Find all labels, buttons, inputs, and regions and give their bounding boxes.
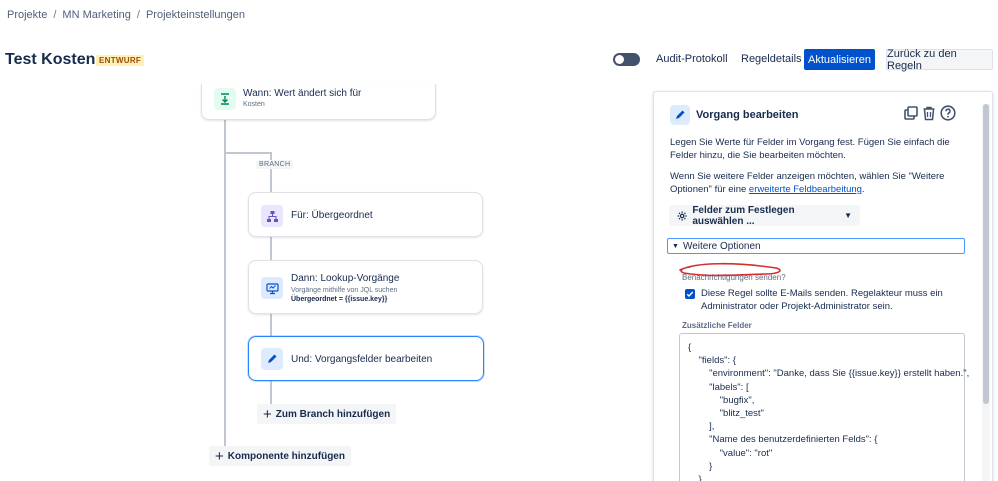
copy-icon[interactable]	[904, 106, 918, 125]
breadcrumb-separator: /	[136, 9, 140, 21]
component-config-panel: Vorgang bearbeiten Legen Sie Werte für F…	[653, 91, 993, 481]
add-component-button[interactable]: + Komponente hinzufügen	[209, 446, 351, 466]
breadcrumb: Projekte / MN Marketing / Projekteinstel…	[7, 9, 245, 21]
toggle-knob	[615, 55, 624, 64]
pencil-icon	[670, 105, 690, 125]
audit-log-button[interactable]: Audit-Protokoll	[656, 53, 728, 65]
lookup-title: Dann: Lookup-Vorgänge	[291, 273, 400, 284]
panel-description: Legen Sie Werte für Felder im Vorgang fe…	[670, 137, 950, 161]
panel-title: Vorgang bearbeiten	[696, 109, 799, 121]
lookup-issues-card[interactable]: Dann: Lookup-Vorgänge Vorgänge mithilfe …	[248, 260, 483, 314]
automation-rule-editor: Projekte / MN Marketing / Projekteinstel…	[0, 0, 998, 481]
check-icon	[686, 291, 694, 298]
main-flow-line	[224, 118, 226, 456]
edit-issue-fields-card[interactable]: Und: Vorgangsfelder bearbeiten	[248, 336, 484, 381]
more-options-toggle[interactable]: ▼ Weitere Optionen	[667, 238, 965, 254]
monitor-icon	[261, 277, 283, 299]
send-notifications-checkbox[interactable]	[685, 289, 695, 299]
page-title: Test Kosten	[5, 51, 96, 68]
branch-parent-title: Für: Übergeordnet	[291, 210, 373, 221]
hierarchy-icon	[261, 205, 283, 227]
trigger-card[interactable]: Wann: Wert ändert sich für Kosten	[201, 84, 436, 120]
pencil-icon	[261, 348, 283, 370]
rule-details-button[interactable]: Regeldetails	[741, 53, 802, 65]
edit-title: Und: Vorgangsfelder bearbeiten	[291, 354, 433, 365]
additional-fields-editor[interactable]: { "fields": { "environment": "Danke, das…	[679, 333, 970, 481]
lookup-jql: Übergeordnet = {{issue.key}}	[291, 296, 388, 303]
branch-connector	[224, 152, 272, 154]
lookup-subtitle: Vorgänge mithilfe von JQL suchen	[291, 287, 398, 294]
more-options-label: Weitere Optionen	[682, 240, 761, 252]
trigger-subtitle: Kosten	[243, 101, 265, 108]
breadcrumb-separator: /	[53, 9, 57, 21]
branch-label: BRANCH	[256, 160, 294, 169]
chevron-down-icon: ▼	[844, 211, 852, 220]
advanced-field-editing-link[interactable]: erweiterte Feldbearbeitung	[749, 184, 862, 195]
choose-fields-dropdown[interactable]: Felder zum Festlegen auswählen ... ▼	[669, 204, 860, 227]
chevron-down-icon: ▼	[672, 242, 679, 250]
panel-scrollbar[interactable]	[982, 104, 990, 481]
breadcrumb-project[interactable]: MN Marketing	[62, 9, 130, 21]
add-component-label: Komponente hinzufügen	[227, 450, 345, 462]
additional-fields-label: Zusätzliche Felder	[682, 321, 752, 330]
trigger-title: Wann: Wert ändert sich für	[243, 88, 362, 99]
advanced-hint-end: .	[861, 184, 865, 195]
choose-fields-label: Felder zum Festlegen auswählen ...	[692, 204, 795, 227]
additional-fields-json: { "fields": { "environment": "Danke, das…	[688, 342, 970, 481]
rule-enabled-toggle[interactable]	[613, 53, 640, 66]
trash-icon[interactable]	[922, 106, 936, 126]
add-to-branch-label: Zum Branch hinzufügen	[275, 408, 391, 420]
help-icon[interactable]	[940, 105, 956, 126]
status-badge: ENTWURF	[96, 55, 145, 66]
back-to-rules-button[interactable]: Zurück zu den Regeln	[886, 48, 993, 72]
update-button[interactable]: Aktualisieren	[804, 49, 875, 70]
send-notifications-text: Diese Regel sollte E-Mails senden. Regel…	[701, 288, 943, 312]
branch-parent-card[interactable]: Für: Übergeordnet	[248, 192, 483, 237]
red-annotation-scribble	[679, 262, 781, 277]
panel-toolbar	[904, 105, 956, 126]
gear-icon	[677, 211, 687, 220]
trigger-icon	[214, 88, 236, 110]
plus-icon: +	[263, 405, 272, 423]
add-to-branch-button[interactable]: + Zum Branch hinzufügen	[257, 404, 397, 424]
scrollbar-thumb[interactable]	[983, 104, 989, 404]
breadcrumb-settings[interactable]: Projekteinstellungen	[146, 9, 245, 21]
breadcrumb-projects[interactable]: Projekte	[7, 9, 47, 21]
plus-icon: +	[215, 447, 224, 465]
panel-advanced-hint: Wenn Sie weitere Felder anzeigen möchten…	[670, 170, 970, 196]
